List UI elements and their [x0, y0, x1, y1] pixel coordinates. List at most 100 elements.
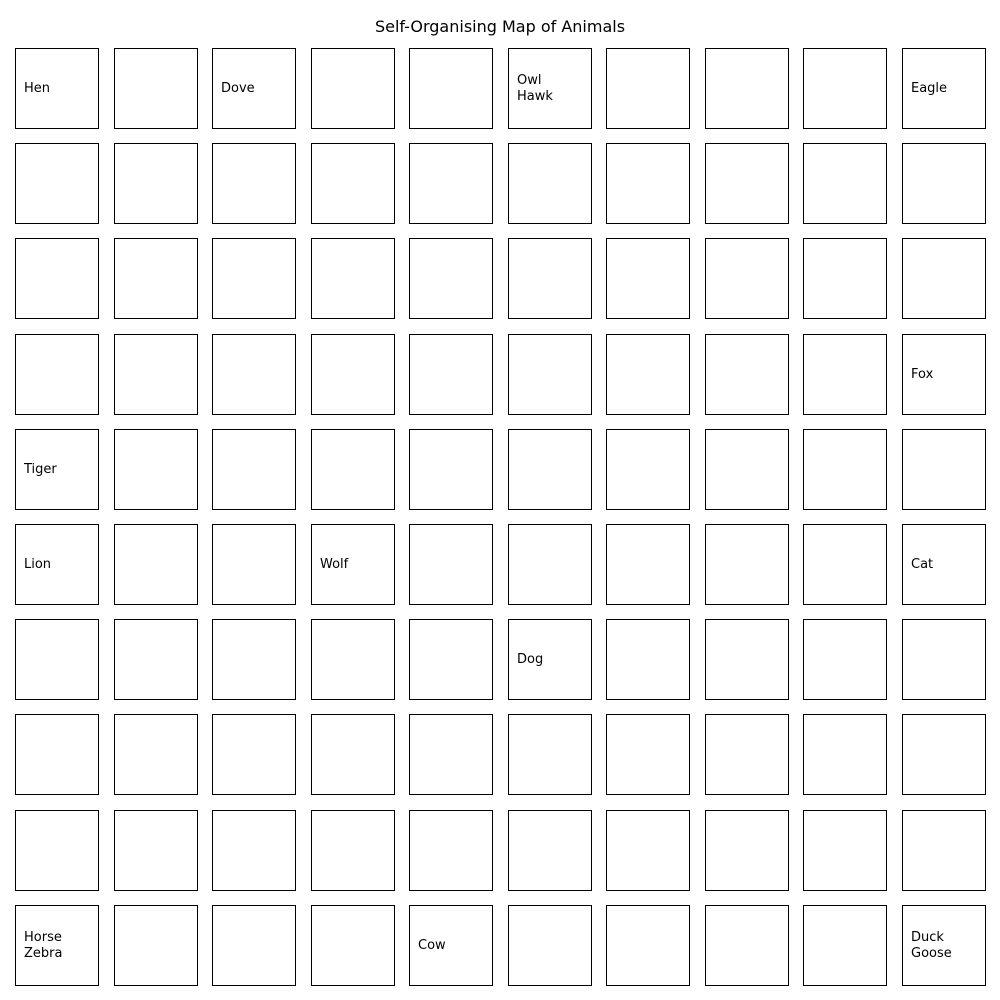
map-node [311, 905, 395, 986]
animal-label: Hen [24, 80, 51, 96]
map-node [606, 810, 690, 891]
map-node: Owl Hawk [508, 48, 592, 129]
map-node [705, 334, 789, 415]
map-node [114, 143, 198, 224]
map-node [902, 238, 986, 319]
animal-label: Eagle [911, 80, 948, 96]
map-node: Lion [15, 524, 99, 605]
map-node [606, 238, 690, 319]
map-node [803, 714, 887, 795]
animal-label: Goose [911, 945, 952, 961]
animal-label: Tiger [24, 461, 57, 477]
node-labels: Duck Goose [911, 906, 952, 985]
animal-label: Fox [911, 366, 934, 382]
node-labels: Dove [221, 49, 255, 128]
map-node [15, 334, 99, 415]
animal-label: Dove [221, 80, 255, 96]
map-node [803, 429, 887, 510]
map-node [114, 48, 198, 129]
map-node: Cat [902, 524, 986, 605]
map-node [212, 143, 296, 224]
map-node: Eagle [902, 48, 986, 129]
map-node [606, 905, 690, 986]
map-node [409, 619, 493, 700]
node-labels: Dog [517, 620, 543, 699]
map-node [606, 334, 690, 415]
map-node [311, 810, 395, 891]
node-labels: Fox [911, 335, 933, 414]
map-node [15, 143, 99, 224]
node-labels: Hen [24, 49, 50, 128]
node-labels: Owl Hawk [517, 49, 553, 128]
node-labels: Wolf [320, 525, 348, 604]
map-node [803, 905, 887, 986]
map-node [508, 524, 592, 605]
map-node [705, 810, 789, 891]
map-node [508, 429, 592, 510]
map-node [705, 714, 789, 795]
map-node: Horse Zebra [15, 905, 99, 986]
map-node [212, 334, 296, 415]
map-node [15, 238, 99, 319]
map-node [902, 429, 986, 510]
node-labels: Eagle [911, 49, 947, 128]
map-node [409, 143, 493, 224]
map-node [409, 810, 493, 891]
som-grid: Hen Dove Owl Hawk Eagle Fox Tiger Lion Wolf Cat Do… [0, 0, 1000, 1000]
map-node: Tiger [15, 429, 99, 510]
map-node [311, 143, 395, 224]
map-node [606, 714, 690, 795]
map-node [508, 810, 592, 891]
map-node: Duck Goose [902, 905, 986, 986]
map-node [409, 714, 493, 795]
map-node [902, 810, 986, 891]
map-node [114, 429, 198, 510]
map-node [606, 48, 690, 129]
map-node [803, 238, 887, 319]
map-node: Dove [212, 48, 296, 129]
map-node [803, 334, 887, 415]
map-node [803, 524, 887, 605]
map-node [803, 143, 887, 224]
map-node [15, 810, 99, 891]
node-labels: Cat [911, 525, 933, 604]
map-node: Dog [508, 619, 592, 700]
map-node [15, 714, 99, 795]
map-node [705, 429, 789, 510]
map-node [902, 714, 986, 795]
map-node [606, 429, 690, 510]
animal-label: Horse [24, 929, 62, 945]
animal-label: Zebra [24, 945, 63, 961]
animal-label: Wolf [320, 556, 349, 572]
node-labels: Lion [24, 525, 51, 604]
map-node: Fox [902, 334, 986, 415]
map-node [803, 619, 887, 700]
map-node [114, 619, 198, 700]
animal-label: Hawk [517, 88, 553, 104]
map-node [508, 714, 592, 795]
map-node [409, 429, 493, 510]
map-node [114, 334, 198, 415]
map-node [606, 619, 690, 700]
map-node [15, 619, 99, 700]
map-node [606, 524, 690, 605]
map-node [803, 48, 887, 129]
map-node [508, 238, 592, 319]
map-node [409, 334, 493, 415]
map-node [114, 905, 198, 986]
node-labels: Horse Zebra [24, 906, 62, 985]
animal-label: Cat [911, 556, 934, 572]
map-node [212, 810, 296, 891]
map-node [212, 714, 296, 795]
animal-label: Owl [517, 72, 542, 88]
map-node [311, 334, 395, 415]
map-node [311, 238, 395, 319]
map-node [508, 905, 592, 986]
map-node [114, 714, 198, 795]
map-node [409, 48, 493, 129]
map-node [311, 429, 395, 510]
map-node [705, 905, 789, 986]
map-node [508, 143, 592, 224]
map-node [705, 238, 789, 319]
node-labels: Cow [418, 906, 446, 985]
